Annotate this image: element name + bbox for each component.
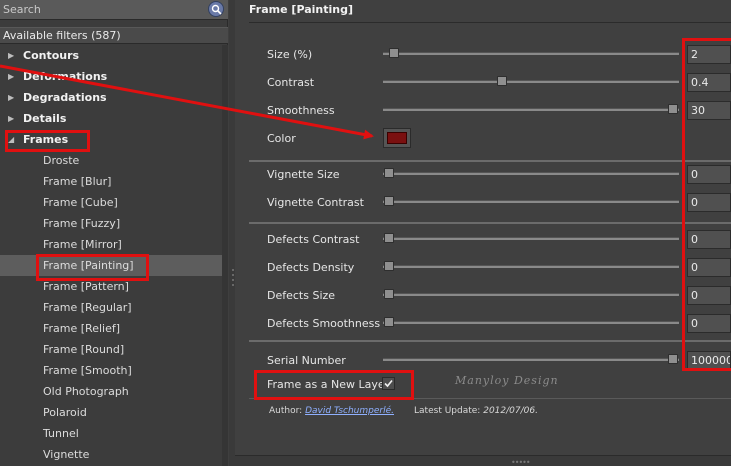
annotation-arrow-icon [0, 64, 374, 140]
gmic-filter-dialog: { "search": {"placeholder": "Search", "i… [0, 0, 731, 466]
